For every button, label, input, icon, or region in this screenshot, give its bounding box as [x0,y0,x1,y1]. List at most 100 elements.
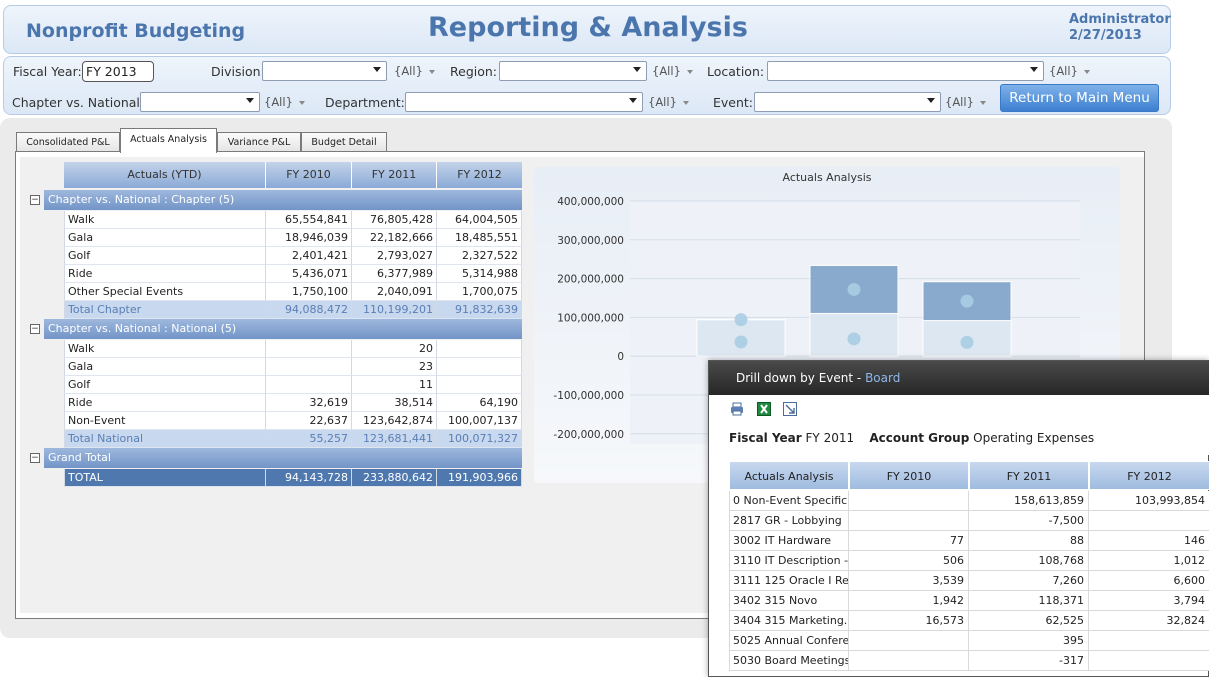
collapse-toggle-icon[interactable]: − [30,195,40,205]
drilldown-row-value: 103,993,854 [1089,491,1209,511]
print-icon[interactable] [730,402,744,416]
division-all[interactable]: {All} [394,64,435,78]
tab-actuals-analysis[interactable]: Actuals Analysis [120,128,217,153]
event-all[interactable]: {All} [945,95,986,109]
fiscal-year-info-label: Fiscal Year [729,431,802,445]
pivot-total-row-value: 55,257 [266,430,352,448]
drilldown-row[interactable]: 5025 Annual Confere... 395 [729,631,1209,651]
pivot-grand-total-row: TOTAL 94,143,728 233,880,642 191,903,966 [28,469,522,487]
drilldown-row-value: 7,260 [969,571,1089,591]
pivot-row-value: 65,554,841 [266,211,352,229]
drilldown-header-fy2010[interactable]: FY 2010 [849,461,969,490]
chart-marker [734,335,748,349]
pivot-row: Other Special Events 1,750,100 2,040,091 1,… [28,283,522,301]
filter-bar: Fiscal Year: FY 2013 Division: {All} Reg… [3,56,1171,115]
y-tick-label: -100,000,000 [553,390,624,402]
drilldown-header-fy2012[interactable]: FY 2012 [1089,461,1209,490]
department-select[interactable] [405,92,643,112]
pivot-row: Non-Event 22,637 123,642,874 100,007,137 [28,412,522,430]
location-all[interactable]: {All} [1049,64,1090,78]
region-all[interactable]: {All} [652,64,693,78]
drilldown-row[interactable]: 3402 315 Novo 1,942 118,371 3,794 [729,591,1209,611]
tab-variance-pl[interactable]: Variance P&L [217,132,301,152]
drilldown-row-label: 5030 Board Meetings [729,651,849,671]
pivot-row-label: Walk [64,340,266,358]
tab-consolidated-pl[interactable]: Consolidated P&L [16,132,120,152]
fiscal-year-label: Fiscal Year: [13,64,82,79]
pivot-row-label: Gala [64,229,266,247]
drilldown-row-value: -7,500 [969,511,1089,531]
return-main-menu-button[interactable]: Return to Main Menu [1000,84,1159,112]
pivot-row: Walk 20 [28,340,522,358]
chapter-all-text: {All} [264,95,293,109]
drilldown-row[interactable]: 5030 Board Meetings -317 [729,651,1209,671]
tab-budget-detail[interactable]: Budget Detail [301,132,387,152]
dropdown-arrow-icon [428,69,435,74]
location-label: Location: [707,64,765,79]
drilldown-row-value: 1,942 [849,591,969,611]
chapter-select[interactable] [140,92,260,112]
location-all-text: {All} [1049,64,1078,78]
chapter-all[interactable]: {All} [264,95,305,109]
drilldown-row[interactable]: 3404 315 Marketing... 16,573 62,525 32,824 [729,611,1209,631]
pivot-header-label[interactable]: Actuals (YTD) [64,162,266,188]
pivot-row: Gala 18,946,039 22,182,666 18,485,551 [28,229,522,247]
pivot-header-row: Actuals (YTD) FY 2010 FY 2011 FY 2012 [64,162,522,188]
excel-export-icon[interactable] [757,402,771,416]
drilldown-row-value [849,511,969,531]
region-all-text: {All} [652,64,681,78]
event-label: Event: [713,95,754,110]
drilldown-title: Drill down by Event [736,371,854,385]
chart-marker [847,282,861,296]
pivot-row-value: 18,485,551 [437,229,522,247]
drilldown-row[interactable]: 3110 IT Description -... 506 108,768 1,012 [729,551,1209,571]
drilldown-row-label: 3111 125 Oracle I Re... [729,571,849,591]
pivot-group-header[interactable]: Chapter vs. National : National (5) [44,319,522,339]
department-label: Department: [325,95,405,110]
collapse-toggle-icon[interactable]: − [30,324,40,334]
drilldown-row-value: 1,012 [1089,551,1209,571]
drilldown-row-value: 395 [969,631,1089,651]
pivot-row: Ride 5,436,071 6,377,989 5,314,988 [28,265,522,283]
pivot-header-fy2010[interactable]: FY 2010 [266,162,352,188]
division-select[interactable] [262,61,387,81]
pivot-grand-total-header[interactable]: Grand Total [44,448,522,468]
drilldown-row[interactable]: 0 Non-Event Specific 158,613,859 103,993,8… [729,491,1209,511]
pivot-row-value: 38,514 [352,394,437,412]
drilldown-header-label[interactable]: Actuals Analysis [729,461,849,490]
drilldown-row-label: 5025 Annual Confere... [729,631,849,651]
fiscal-year-input[interactable]: FY 2013 [82,61,154,82]
current-date: 2/27/2013 [1069,28,1142,43]
chevron-down-icon [373,67,381,72]
fiscal-year-info-value: FY 2011 [805,431,855,445]
drilldown-row-value [849,491,969,511]
export-icon[interactable] [783,402,797,416]
y-tick-label: 400,000,000 [557,196,624,208]
chevron-down-icon [927,98,935,103]
pivot-grand-total-row-value: 94,143,728 [266,469,352,487]
department-all[interactable]: {All} [648,95,689,109]
pivot-row: Ride 32,619 38,514 64,190 [28,394,522,412]
drilldown-row[interactable]: 3111 125 Oracle I Re... 3,539 7,260 6,600 [729,571,1209,591]
drilldown-row-value: 62,525 [969,611,1089,631]
pivot-header-fy2012[interactable]: FY 2012 [437,162,522,188]
drilldown-header-fy2011[interactable]: FY 2011 [969,461,1089,490]
pivot-row-value: 64,190 [437,394,522,412]
drilldown-row-value: 118,371 [969,591,1089,611]
y-tick-label: -200,000,000 [553,429,624,441]
pivot-total-row-label: Total National [64,430,266,448]
location-select[interactable] [767,61,1044,81]
collapse-toggle-icon[interactable]: − [30,453,40,463]
drilldown-row-value: -317 [969,651,1089,671]
pivot-row: Walk 65,554,841 76,805,428 64,004,505 [28,211,522,229]
drilldown-row[interactable]: 2817 GR - Lobbying -7,500 [729,511,1209,531]
pivot-group-header[interactable]: Chapter vs. National : Chapter (5) [44,190,522,210]
event-select[interactable] [754,92,941,112]
pivot-header-fy2011[interactable]: FY 2011 [352,162,437,188]
drilldown-row[interactable]: 3002 IT Hardware 77 88 146 [729,531,1209,551]
pivot-grand-total-row-value: 191,903,966 [437,469,522,487]
region-select[interactable] [499,61,647,81]
department-all-text: {All} [648,95,677,109]
drilldown-row-value: 77 [849,531,969,551]
pivot-row-value: 2,793,027 [352,247,437,265]
